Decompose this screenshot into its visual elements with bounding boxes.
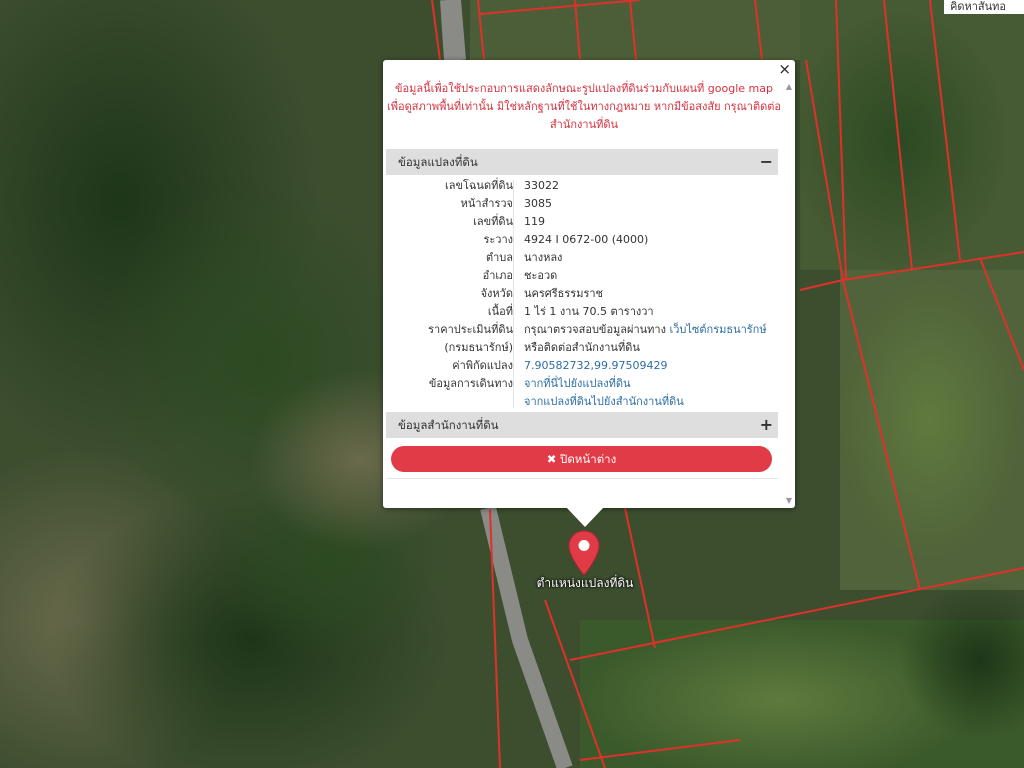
land-info-popup: × ▲ ▼ ข้อมูลนี้เพื่อใช้ประกอบการแสดงลักษ… <box>383 60 795 508</box>
directions-to-office-link[interactable]: จากแปลงที่ดินไปยังสำนักงานที่ดิน <box>524 393 684 411</box>
expand-icon[interactable]: + <box>760 412 773 438</box>
table-row-coords: ค่าพิกัดแปลง 7.90582732,99.97509429 <box>386 357 778 375</box>
popup-pointer <box>566 507 604 527</box>
row-value: นางหลง <box>524 251 563 264</box>
row-label: เลขโฉนดที่ดิน <box>445 179 513 192</box>
table-row: เลขที่ดิน 119 <box>386 213 778 231</box>
treasury-website-link[interactable]: เว็บไซต์กรมธนารักษ์ <box>669 323 766 336</box>
section-office-info-header[interactable]: ข้อมูลสำนักงานที่ดิน + <box>386 412 778 438</box>
table-row: อำเภอ ชะอวด <box>386 267 778 285</box>
row-value: นครศรีธรรมราช <box>524 287 604 300</box>
table-row: เนื้อที่ 1 ไร่ 1 งาน 70.5 ตารางวา <box>386 303 778 321</box>
popup-close-icon[interactable]: × <box>778 60 791 78</box>
row-label: ระวาง <box>483 233 513 246</box>
row-label: ตำบล <box>485 251 513 264</box>
row-value: 1 ไร่ 1 งาน 70.5 ตารางวา <box>524 305 654 318</box>
directions-to-parcel-link[interactable]: จากที่นี่ไปยังแปลงที่ดิน <box>524 375 630 393</box>
table-row: ตำบล นางหลง <box>386 249 778 267</box>
location-pin-icon[interactable] <box>568 530 600 576</box>
row-label: หน้าสำรวจ <box>460 197 513 210</box>
price-label-sub: (กรมธนารักษ์) <box>444 341 513 354</box>
table-row-price: ราคาประเมินที่ดิน กรุณาตรวจสอบข้อมูลผ่าน… <box>386 321 778 339</box>
table-row-travel-2: จากแปลงที่ดินไปยังสำนักงานที่ดิน <box>386 393 778 411</box>
row-value: 4924 I 0672-00 (4000) <box>524 233 649 246</box>
table-row: จังหวัด นครศรีธรรมราช <box>386 285 778 303</box>
price-value: กรุณาตรวจสอบข้อมูลผ่านทาง เว็บไซต์กรมธนา… <box>524 321 767 339</box>
row-value: 33022 <box>524 179 559 192</box>
table-row: เลขโฉนดที่ดิน 33022 <box>386 177 778 195</box>
land-info-table: เลขโฉนดที่ดิน 33022 หน้าสำรวจ 3085 เลขที… <box>386 177 778 411</box>
marker-label: ตำแหน่งแปลงที่ดิน <box>536 576 634 590</box>
scroll-down-arrow-icon[interactable]: ▼ <box>786 496 792 505</box>
row-value: 3085 <box>524 197 552 210</box>
disclaimer-text: ข้อมูลนี้เพื่อใช้ประกอบการแสดงลักษณะรูปแ… <box>386 82 782 131</box>
table-row: ระวาง 4924 I 0672-00 (4000) <box>386 231 778 249</box>
travel-label: ข้อมูลการเดินทาง <box>428 377 513 390</box>
price-value-line2: หรือติดต่อสำนักงานที่ดิน <box>524 341 640 354</box>
row-label: อำเภอ <box>482 269 513 282</box>
row-label: เนื้อที่ <box>487 305 513 318</box>
coords-label: ค่าพิกัดแปลง <box>452 359 513 372</box>
section-land-info-title: ข้อมูลแปลงที่ดิน <box>398 155 478 169</box>
table-row-travel: ข้อมูลการเดินทาง จากที่นี่ไปยังแปลงที่ดิ… <box>386 375 778 393</box>
row-value: 119 <box>524 215 545 228</box>
popup-footer <box>386 478 778 505</box>
price-value-text: กรุณาตรวจสอบข้อมูลผ่านทาง <box>524 323 670 336</box>
scroll-up-arrow-icon[interactable]: ▲ <box>786 82 792 91</box>
row-label: เลขที่ดิน <box>473 215 513 228</box>
table-row-price-2: (กรมธนารักษ์) หรือติดต่อสำนักงานที่ดิน <box>386 339 778 357</box>
section-land-info-header[interactable]: ข้อมูลแปลงที่ดิน − <box>386 149 778 175</box>
table-row: หน้าสำรวจ 3085 <box>386 195 778 213</box>
section-office-info-title: ข้อมูลสำนักงานที่ดิน <box>398 418 499 432</box>
price-label: ราคาประเมินที่ดิน <box>428 323 513 336</box>
collapse-icon[interactable]: − <box>760 149 773 175</box>
row-label: จังหวัด <box>480 287 513 300</box>
close-window-button[interactable]: ✖ ปิดหน้าต่าง <box>391 446 772 472</box>
coords-link[interactable]: 7.90582732,99.97509429 <box>524 357 667 375</box>
map-corner-label: คิดหาสันทอ <box>944 0 1024 14</box>
row-value: ชะอวด <box>524 269 558 282</box>
